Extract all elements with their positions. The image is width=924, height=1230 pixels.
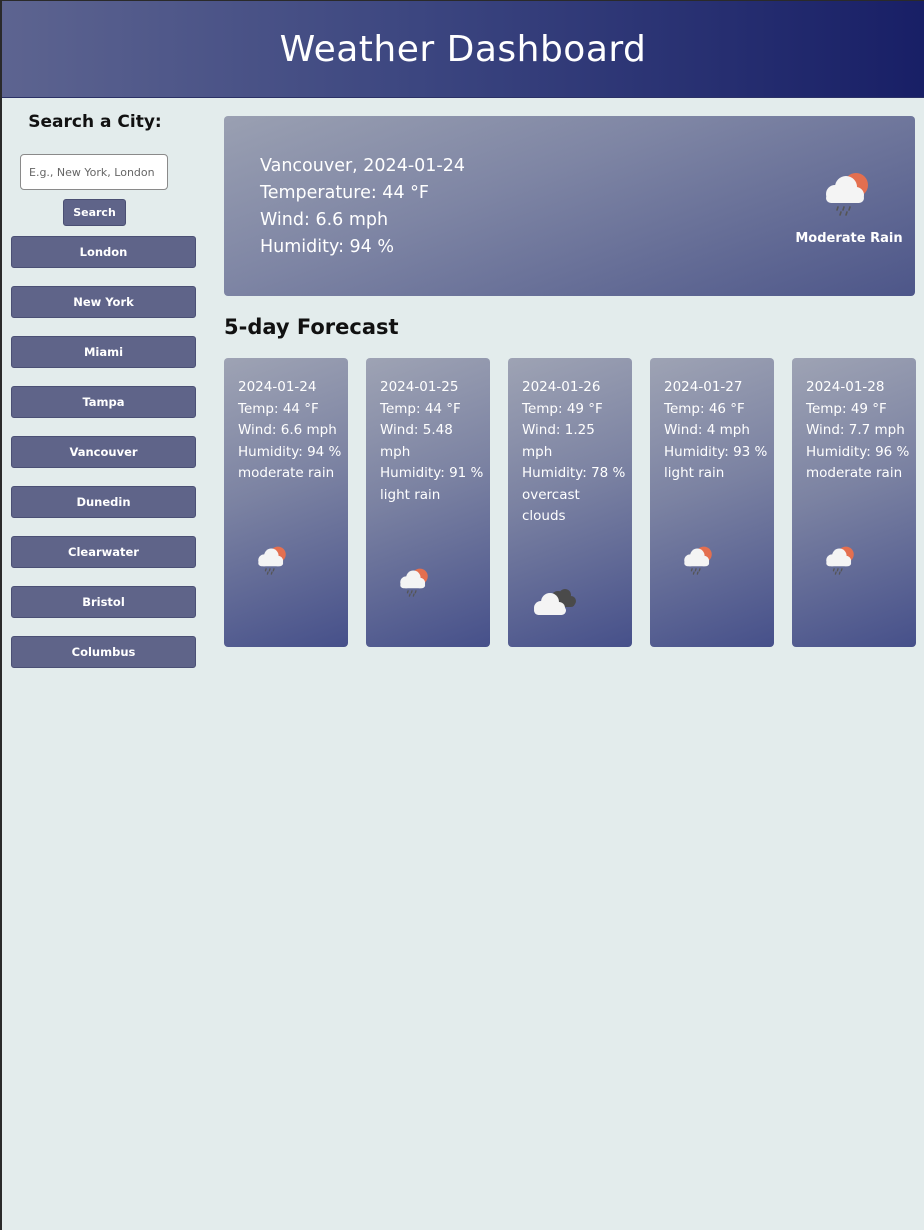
city-button-london[interactable]: London bbox=[11, 236, 196, 268]
forecast-date: 2024-01-26 bbox=[522, 379, 601, 395]
forecast-date: 2024-01-24 bbox=[238, 379, 317, 395]
forecast-description: moderate rain bbox=[238, 465, 335, 481]
forecast-wind: Wind: 6.6 mph bbox=[238, 422, 337, 438]
rain-sun-icon bbox=[678, 542, 718, 578]
forecast-card: 2024-01-26 Temp: 49 °F Wind: 1.25 mph Hu… bbox=[508, 358, 632, 647]
forecast-card: 2024-01-27 Temp: 46 °F Wind: 4 mph Humid… bbox=[650, 358, 774, 647]
current-temperature: Temperature: 44 °F bbox=[260, 183, 429, 203]
current-wind: Wind: 6.6 mph bbox=[260, 210, 389, 230]
city-button-miami[interactable]: Miami bbox=[11, 336, 196, 368]
forecast-date: 2024-01-28 bbox=[806, 379, 885, 395]
forecast-wind: Wind: 5.48 mph bbox=[380, 422, 453, 460]
forecast-humidity: Humidity: 96 % bbox=[806, 443, 910, 460]
city-button-dunedin[interactable]: Dunedin bbox=[11, 486, 196, 518]
search-input[interactable] bbox=[20, 154, 168, 190]
forecast-wind: Wind: 7.7 mph bbox=[806, 422, 905, 438]
forecast-date: 2024-01-27 bbox=[664, 379, 743, 395]
forecast-temp: Temp: 46 °F bbox=[664, 400, 745, 417]
forecast-temp: Temp: 44 °F bbox=[238, 400, 319, 417]
current-description: Moderate Rain bbox=[795, 231, 903, 246]
search-button[interactable]: Search bbox=[63, 199, 126, 226]
city-button-columbus[interactable]: Columbus bbox=[11, 636, 196, 668]
forecast-card: 2024-01-24 Temp: 44 °F Wind: 6.6 mph Hum… bbox=[224, 358, 348, 647]
forecast-description: light rain bbox=[664, 465, 725, 481]
forecast-description: moderate rain bbox=[806, 465, 903, 481]
forecast-title: 5-day Forecast bbox=[224, 315, 399, 339]
rain-sun-icon bbox=[817, 166, 877, 221]
forecast-description: overcast clouds bbox=[522, 486, 580, 525]
rain-sun-icon bbox=[252, 542, 292, 578]
city-button-bristol[interactable]: Bristol bbox=[11, 586, 196, 618]
forecast-humidity: Humidity: 91 % bbox=[380, 465, 484, 481]
city-button-tampa[interactable]: Tampa bbox=[11, 386, 196, 418]
city-history-list: London New York Miami Tampa Vancouver Du… bbox=[11, 236, 196, 686]
forecast-card: 2024-01-28 Temp: 49 °F Wind: 7.7 mph Hum… bbox=[792, 358, 916, 647]
forecast-card: 2024-01-25 Temp: 44 °F Wind: 5.48 mph Hu… bbox=[366, 358, 490, 647]
city-button-new-york[interactable]: New York bbox=[11, 286, 196, 318]
city-button-vancouver[interactable]: Vancouver bbox=[11, 436, 196, 468]
overcast-clouds-icon bbox=[530, 586, 580, 622]
current-city-date: Vancouver, 2024-01-24 bbox=[260, 156, 465, 176]
forecast-temp: Temp: 44 °F bbox=[380, 400, 461, 417]
forecast-description: light rain bbox=[380, 486, 441, 503]
city-button-clearwater[interactable]: Clearwater bbox=[11, 536, 196, 568]
forecast-wind: Wind: 4 mph bbox=[664, 422, 750, 438]
rain-sun-icon bbox=[394, 564, 434, 600]
rain-sun-icon bbox=[820, 542, 860, 578]
forecast-temp: Temp: 49 °F bbox=[806, 400, 887, 417]
search-title: Search a City: bbox=[28, 112, 162, 132]
current-weather-card: Vancouver, 2024-01-24 Temperature: 44 °F… bbox=[224, 116, 915, 296]
forecast-wind: Wind: 1.25 mph bbox=[522, 422, 595, 460]
forecast-date: 2024-01-25 bbox=[380, 379, 459, 395]
page-title: Weather Dashboard bbox=[279, 29, 647, 70]
current-humidity: Humidity: 94 % bbox=[260, 237, 394, 257]
forecast-humidity: Humidity: 78 % bbox=[522, 465, 626, 481]
forecast-humidity: Humidity: 93 % bbox=[664, 443, 768, 460]
forecast-humidity: Humidity: 94 % bbox=[238, 443, 342, 460]
forecast-temp: Temp: 49 °F bbox=[522, 400, 603, 417]
header: Weather Dashboard bbox=[2, 1, 924, 98]
